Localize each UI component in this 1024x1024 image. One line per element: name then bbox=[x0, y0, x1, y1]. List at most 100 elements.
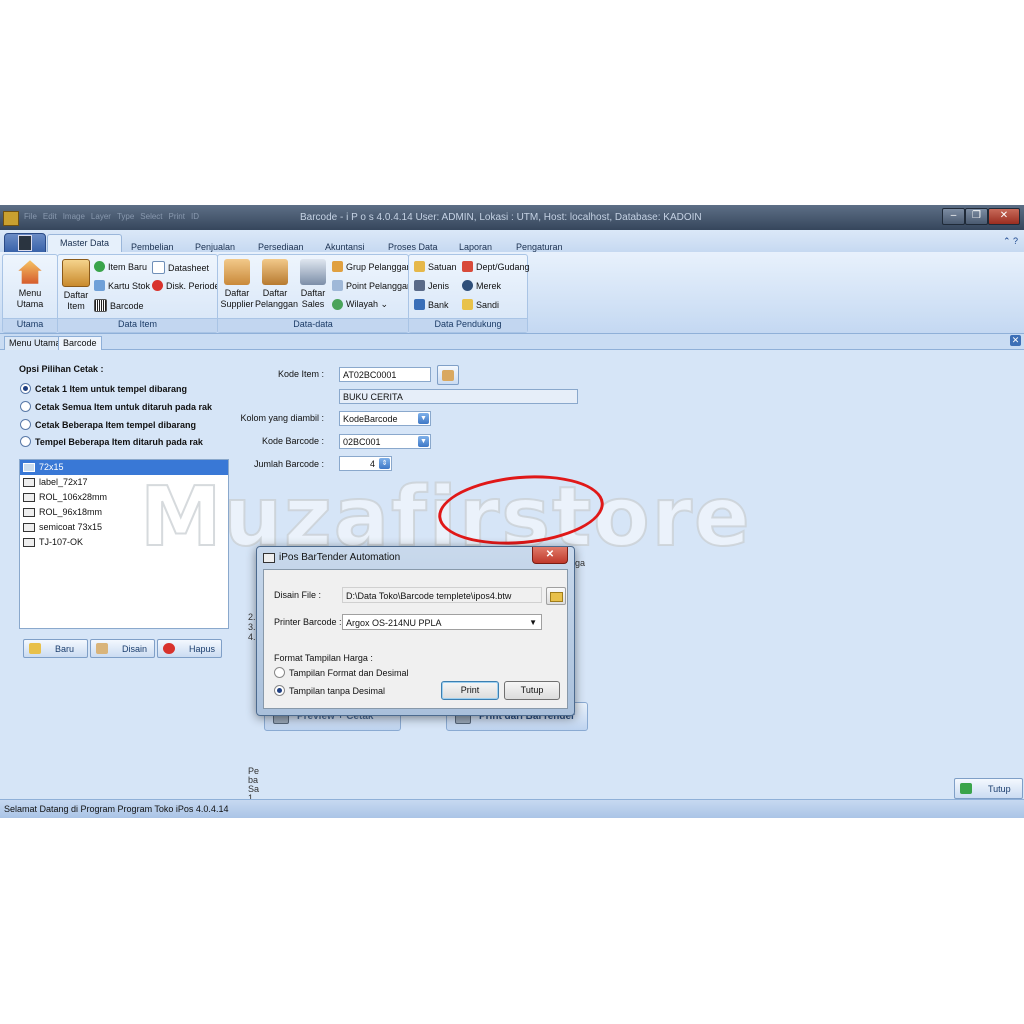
radio-button[interactable] bbox=[20, 383, 31, 394]
kolom-label: Kolom yang diambil : bbox=[240, 413, 324, 423]
item-baru-label: Item Baru bbox=[108, 261, 148, 272]
doc-tab-menu-utama[interactable]: Menu Utama bbox=[4, 336, 66, 350]
chevron-down-icon[interactable]: ▼ bbox=[418, 413, 429, 424]
daftar-supplier-button[interactable]: Daftar Supplier bbox=[220, 259, 254, 310]
close-document-icon[interactable]: ✕ bbox=[1010, 335, 1021, 346]
doc-tab-barcode[interactable]: Barcode bbox=[58, 336, 102, 350]
dialog-body: Disain File : D:\Data Toko\Barcode templ… bbox=[263, 569, 568, 709]
daftar-supplier-label-1: Daftar bbox=[224, 288, 250, 298]
template-list[interactable]: 72x15 label_72x17 ROL_106x28mm ROL_96x18… bbox=[19, 459, 229, 629]
template-name: TJ-107-OK bbox=[39, 537, 84, 547]
kode-barcode-select[interactable]: 02BC001 ▼ bbox=[339, 434, 431, 449]
radio-button[interactable] bbox=[274, 685, 285, 696]
tab-penjualan[interactable]: Penjualan bbox=[195, 242, 235, 252]
menu-utama-button[interactable]: Menu Utama bbox=[5, 259, 55, 310]
qat-item[interactable]: Layer bbox=[91, 212, 111, 221]
format-option-tanpa-desimal[interactable]: Tampilan tanpa Desimal bbox=[274, 685, 385, 696]
dialog-close-button[interactable]: ✕ bbox=[532, 547, 568, 564]
radio-button[interactable] bbox=[20, 401, 31, 412]
barcode-icon bbox=[94, 299, 107, 312]
print-button[interactable]: Print bbox=[441, 681, 499, 700]
option-cetak-semua-item[interactable]: Cetak Semua Item untuk ditaruh pada rak bbox=[20, 401, 212, 412]
list-item[interactable]: ROL_96x18mm bbox=[20, 505, 228, 520]
list-item[interactable]: label_72x17 bbox=[20, 475, 228, 490]
wilayah-dropdown[interactable]: Wilayah ⌄ bbox=[332, 299, 388, 310]
group-label-data-item: Data Item bbox=[58, 318, 217, 332]
chevron-down-icon[interactable]: ▼ bbox=[418, 436, 429, 447]
list-item[interactable]: 72x15 bbox=[20, 460, 228, 475]
daftar-pelanggan-button[interactable]: Daftar Pelanggan bbox=[255, 259, 298, 310]
group-data-data: Daftar Supplier Daftar Pelanggan Daftar … bbox=[217, 254, 412, 333]
template-icon bbox=[23, 538, 35, 547]
hapus-button[interactable]: Hapus bbox=[157, 639, 222, 658]
kolom-select[interactable]: KodeBarcode ▼ bbox=[339, 411, 431, 426]
disk-periode-button[interactable]: Disk. Periode bbox=[152, 280, 220, 291]
qat-item[interactable]: ID bbox=[191, 212, 199, 221]
tab-persediaan[interactable]: Persediaan bbox=[258, 242, 304, 252]
option-cetak-1-item[interactable]: Cetak 1 Item untuk tempel dibarang bbox=[20, 383, 187, 394]
dialog-tutup-button[interactable]: Tutup bbox=[504, 681, 560, 700]
list-item[interactable]: ROL_106x28mm bbox=[20, 490, 228, 505]
bank-button[interactable]: Bank bbox=[414, 299, 449, 310]
list-item[interactable]: semicoat 73x15 bbox=[20, 520, 228, 535]
tutup-button[interactable]: Tutup bbox=[954, 778, 1023, 799]
group-label-data-data: Data-data bbox=[218, 318, 408, 332]
grup-pelanggan-button[interactable]: Grup Pelanggan bbox=[332, 261, 412, 272]
template-name: ROL_96x18mm bbox=[39, 507, 103, 517]
item-baru-button[interactable]: Item Baru bbox=[94, 261, 147, 272]
tab-pengaturan[interactable]: Pengaturan bbox=[516, 242, 563, 252]
daftar-sales-button[interactable]: Daftar Sales bbox=[297, 259, 329, 310]
ribbon-help-icon[interactable]: ⌃ ? bbox=[1003, 236, 1018, 247]
tab-akuntansi[interactable]: Akuntansi bbox=[325, 242, 365, 252]
option-cetak-beberapa-item[interactable]: Cetak Beberapa Item tempel dibarang bbox=[20, 419, 196, 430]
stepper-icon[interactable]: ⇕ bbox=[379, 458, 390, 469]
wilayah-label: Wilayah ⌄ bbox=[346, 299, 389, 309]
jumlah-barcode-stepper[interactable]: 4 ⇕ bbox=[339, 456, 392, 471]
supplier-icon bbox=[224, 259, 250, 285]
qat-item[interactable]: File bbox=[24, 212, 37, 221]
grup-pelanggan-label: Grup Pelanggan bbox=[346, 261, 412, 272]
tab-master-data[interactable]: Master Data bbox=[47, 234, 123, 253]
barcode-button[interactable]: Barcode bbox=[94, 299, 144, 312]
browse-item-button[interactable] bbox=[437, 365, 459, 385]
kolom-value: KodeBarcode bbox=[343, 414, 398, 424]
merek-button[interactable]: Merek bbox=[462, 280, 501, 291]
tab-pembelian[interactable]: Pembelian bbox=[131, 242, 174, 252]
minimize-button[interactable]: – bbox=[942, 208, 965, 225]
qat-item[interactable]: Select bbox=[140, 212, 162, 221]
restore-button[interactable]: ❐ bbox=[965, 208, 988, 225]
radio-button[interactable] bbox=[20, 419, 31, 430]
disain-file-field[interactable]: D:\Data Toko\Barcode templete\ipos4.btw bbox=[342, 587, 542, 603]
baru-button[interactable]: Baru bbox=[23, 639, 88, 658]
jenis-button[interactable]: Jenis bbox=[414, 280, 449, 291]
list-item[interactable]: TJ-107-OK bbox=[20, 535, 228, 550]
satuan-button[interactable]: Satuan bbox=[414, 261, 457, 272]
qat-item[interactable]: Print bbox=[169, 212, 185, 221]
daftar-item-button[interactable]: Daftar Item bbox=[60, 259, 92, 312]
option-tempel-beberapa-item[interactable]: Tempel Beberapa Item ditaruh pada rak bbox=[20, 436, 203, 447]
template-icon bbox=[23, 463, 35, 472]
kode-item-input[interactable]: AT02BC0001 bbox=[339, 367, 431, 382]
printer-select[interactable]: Argox OS-214NU PPLA ▼ bbox=[342, 614, 542, 630]
sandi-button[interactable]: Sandi bbox=[462, 299, 499, 310]
dialog-title-bar[interactable]: iPos BarTender Automation bbox=[263, 552, 400, 563]
tab-proses-data[interactable]: Proses Data bbox=[388, 242, 438, 252]
qat-item[interactable]: Image bbox=[63, 212, 85, 221]
format-option-desimal[interactable]: Tampilan Format dan Desimal bbox=[274, 667, 409, 678]
radio-button[interactable] bbox=[20, 436, 31, 447]
tab-laporan[interactable]: Laporan bbox=[459, 242, 492, 252]
datasheet-button[interactable]: Datasheet bbox=[152, 261, 209, 274]
app-icon[interactable] bbox=[3, 211, 19, 226]
close-window-button[interactable]: ✕ bbox=[988, 208, 1020, 225]
format-harga-label: Format Tampilan Harga : bbox=[274, 653, 373, 663]
folder-icon[interactable] bbox=[546, 587, 566, 605]
kartu-stok-button[interactable]: Kartu Stok bbox=[94, 280, 150, 291]
qat-item[interactable]: Type bbox=[117, 212, 134, 221]
application-orb[interactable] bbox=[4, 233, 46, 254]
point-pelanggan-button[interactable]: Point Pelanggan bbox=[332, 280, 412, 291]
chevron-down-icon[interactable]: ▼ bbox=[529, 615, 537, 631]
radio-button[interactable] bbox=[274, 667, 285, 678]
disain-button[interactable]: Disain bbox=[90, 639, 155, 658]
dept-gudang-button[interactable]: Dept/Gudang bbox=[462, 261, 530, 272]
qat-item[interactable]: Edit bbox=[43, 212, 57, 221]
